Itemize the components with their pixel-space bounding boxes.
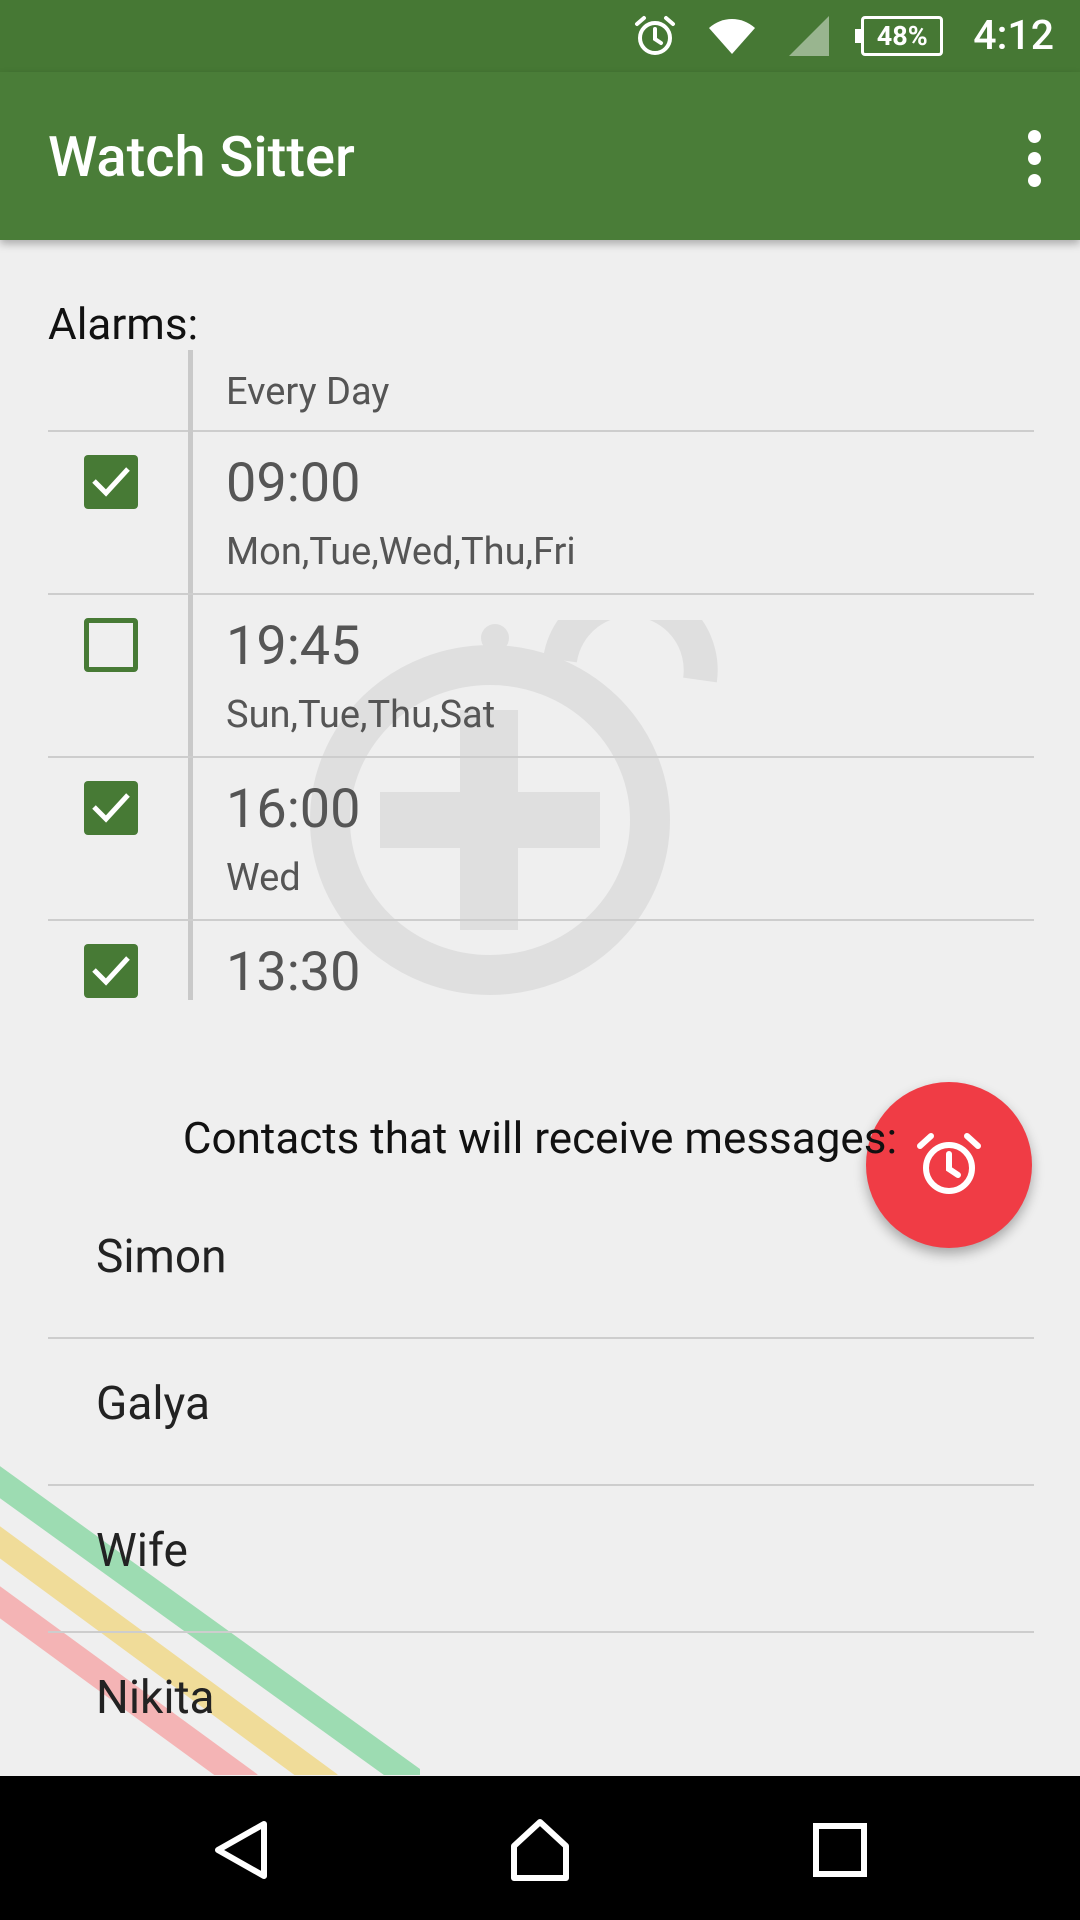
home-icon[interactable] (508, 1818, 572, 1882)
alarm-row[interactable]: 16:00 Wed (48, 758, 1034, 921)
status-time: 4:12 (973, 12, 1054, 60)
alarm-row[interactable]: 19:45 Sun,Tue,Thu,Sat (48, 595, 1034, 758)
signal-icon (789, 16, 830, 56)
alarm-time: 13:30 (226, 941, 361, 1004)
contact-item[interactable]: Simon (48, 1192, 1034, 1339)
alarm-time: 09:00 (226, 452, 361, 515)
check-icon (92, 956, 130, 986)
overflow-menu-icon[interactable] (1022, 130, 1046, 187)
battery-level: 48% (876, 20, 928, 52)
app-title: Watch Sitter (48, 124, 355, 190)
alarm-days: Mon,Tue,Wed,Thu,Fri (226, 530, 576, 574)
alarms-label: Alarms: (48, 298, 199, 350)
back-icon[interactable] (210, 1818, 274, 1882)
check-icon (92, 467, 130, 497)
contact-item[interactable]: Nikita (48, 1633, 1034, 1776)
contact-list: Simon Galya Wife Nikita (48, 1192, 1034, 1776)
contact-item[interactable]: Galya (48, 1339, 1034, 1486)
alarm-header: Every Day (48, 350, 1034, 432)
alarm-icon (635, 16, 676, 55)
alarm-days: Sun,Tue,Thu,Sat (226, 693, 496, 737)
app-bar: Watch Sitter (0, 72, 1080, 240)
status-bar: 48% 4:12 (0, 0, 1080, 72)
alarm-time: 19:45 (226, 615, 361, 678)
contact-item[interactable]: Wife (48, 1486, 1034, 1633)
check-icon (92, 793, 130, 823)
wifi-icon (709, 19, 756, 54)
alarm-checkbox[interactable] (84, 618, 138, 672)
alarm-row[interactable]: 09:00 Mon,Tue,Wed,Thu,Fri (48, 432, 1034, 595)
alarm-checkbox[interactable] (84, 944, 138, 998)
alarm-list: Every Day 09:00 Mon,Tue,Wed,Thu,Fri 19:4… (48, 350, 1034, 1021)
alarm-days: Wed (226, 856, 301, 900)
main-content: Alarms: Every Day 09:00 Mon,Tue,Wed,Thu,… (0, 240, 1080, 1776)
alarm-row[interactable]: 13:30 (48, 921, 1034, 1021)
navigation-bar (0, 1776, 1080, 1920)
alarm-checkbox[interactable] (84, 781, 138, 835)
battery-icon: 48% (855, 16, 944, 56)
alarm-time: 16:00 (226, 778, 361, 841)
contacts-label: Contacts that will receive messages: (182, 1112, 898, 1164)
alarm-checkbox[interactable] (84, 455, 138, 509)
recents-icon[interactable] (808, 1818, 872, 1882)
